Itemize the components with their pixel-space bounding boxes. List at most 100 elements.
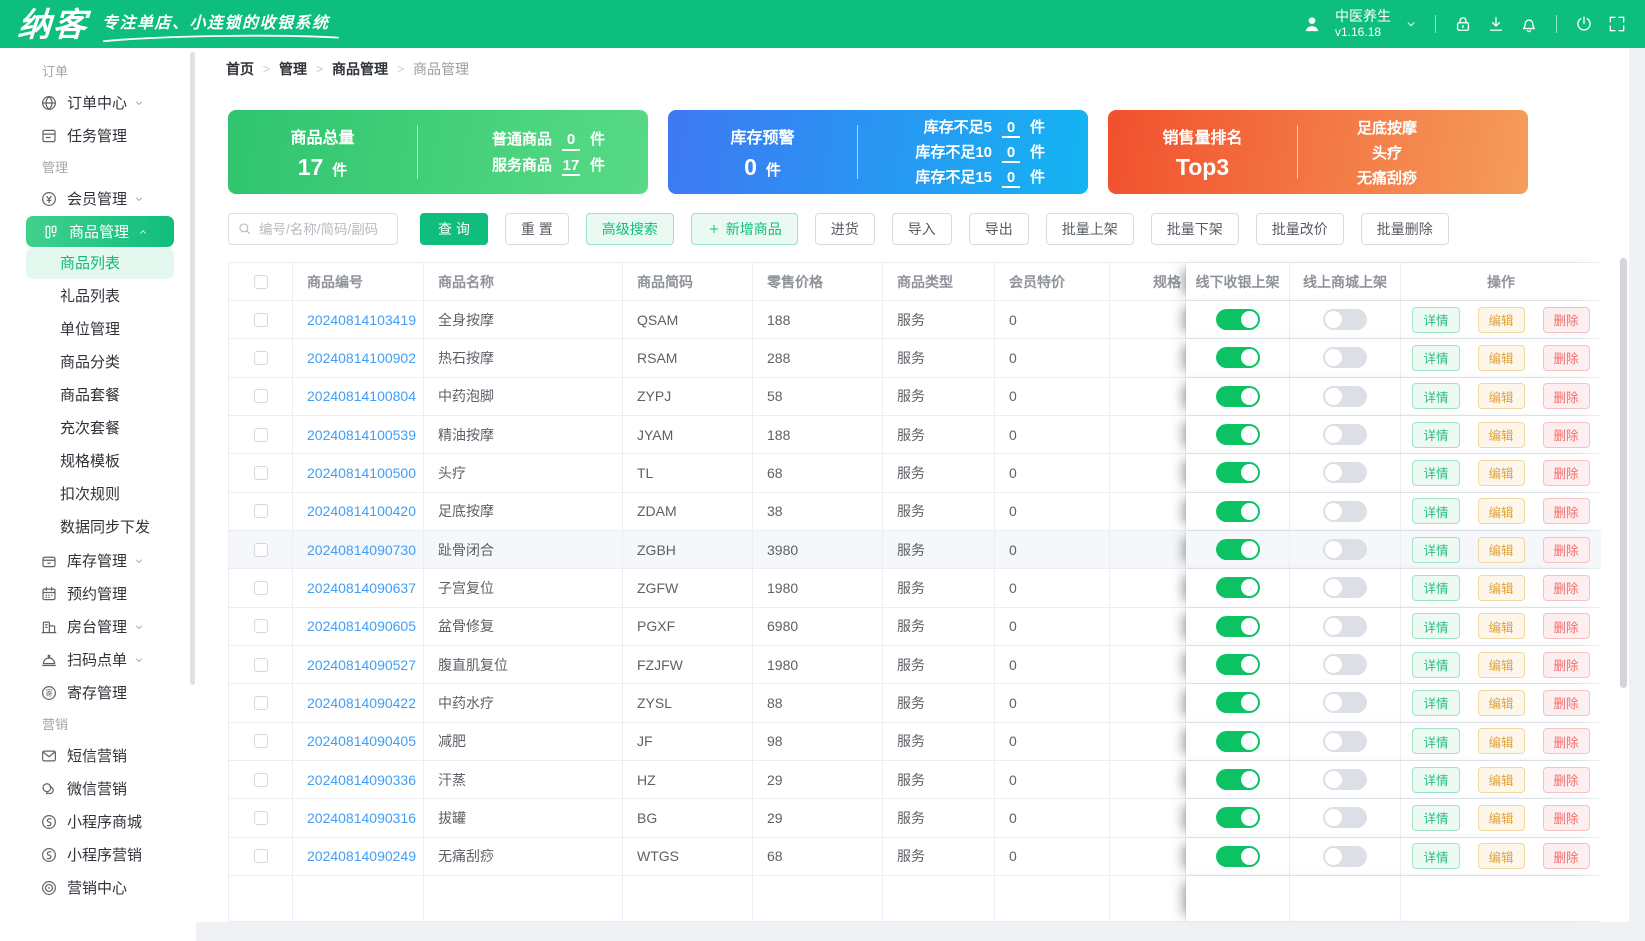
offline-pos-toggle[interactable] bbox=[1215, 730, 1260, 752]
sidebar-subitem-deduction-rule[interactable]: 扣次规则 bbox=[0, 478, 196, 511]
row-checkbox[interactable] bbox=[253, 580, 268, 595]
power-icon[interactable] bbox=[1574, 14, 1594, 34]
online-mall-toggle[interactable] bbox=[1323, 309, 1367, 331]
product-id-link[interactable]: 20240814100420 bbox=[293, 492, 424, 530]
batch-reprice-button[interactable]: 批量改价 bbox=[1255, 213, 1344, 245]
product-id-link[interactable]: 20240814100500 bbox=[293, 454, 424, 492]
edit-button[interactable]: 编辑 bbox=[1477, 651, 1525, 678]
edit-button[interactable]: 编辑 bbox=[1477, 574, 1525, 601]
online-mall-toggle[interactable] bbox=[1323, 692, 1367, 714]
delete-button[interactable]: 删除 bbox=[1542, 459, 1590, 486]
product-id-link[interactable]: 20240814100539 bbox=[293, 415, 424, 454]
sidebar-item-order-center[interactable]: 订单中心 bbox=[0, 86, 196, 119]
horizontal-scrollbar[interactable] bbox=[196, 922, 1629, 941]
product-id-link[interactable]: 20240814090422 bbox=[293, 684, 424, 722]
edit-button[interactable]: 编辑 bbox=[1477, 421, 1525, 448]
sidebar-item-room-management[interactable]: 房台管理 bbox=[0, 610, 196, 643]
product-id-link[interactable]: 20240814090316 bbox=[293, 799, 424, 837]
online-mall-toggle[interactable] bbox=[1323, 539, 1367, 561]
delete-button[interactable]: 删除 bbox=[1542, 498, 1590, 525]
detail-button[interactable]: 详情 bbox=[1412, 536, 1460, 563]
row-checkbox[interactable] bbox=[253, 504, 268, 519]
row-checkbox[interactable] bbox=[253, 810, 268, 825]
breadcrumb-item[interactable]: 商品管理 bbox=[332, 59, 388, 79]
fullscreen-icon[interactable] bbox=[1607, 14, 1627, 34]
product-id-link[interactable]: 20240814090605 bbox=[293, 607, 424, 645]
row-checkbox[interactable] bbox=[253, 734, 268, 749]
product-id-link[interactable]: 20240814090637 bbox=[293, 569, 424, 607]
row-checkbox[interactable] bbox=[253, 312, 268, 327]
sidebar-subitem-data-sync[interactable]: 数据同步下发 bbox=[0, 511, 196, 544]
online-mall-toggle[interactable] bbox=[1323, 807, 1367, 829]
edit-button[interactable]: 编辑 bbox=[1477, 344, 1525, 371]
sidebar-item-booking-management[interactable]: 预约管理 bbox=[0, 577, 196, 610]
detail-button[interactable]: 详情 bbox=[1412, 498, 1460, 525]
detail-button[interactable]: 详情 bbox=[1412, 804, 1460, 831]
row-checkbox[interactable] bbox=[253, 542, 268, 557]
sidebar-item-inventory-management[interactable]: 库存管理 bbox=[0, 544, 196, 577]
offline-pos-toggle[interactable] bbox=[1215, 845, 1260, 867]
delete-button[interactable]: 删除 bbox=[1542, 574, 1590, 601]
delete-button[interactable]: 删除 bbox=[1542, 804, 1590, 831]
search-input[interactable] bbox=[228, 213, 398, 245]
online-mall-toggle[interactable] bbox=[1323, 500, 1367, 522]
offline-pos-toggle[interactable] bbox=[1215, 654, 1260, 676]
sidebar-scrollbar[interactable] bbox=[190, 52, 195, 685]
online-mall-toggle[interactable] bbox=[1323, 654, 1367, 676]
batch-on-shelf-button[interactable]: 批量上架 bbox=[1045, 213, 1134, 245]
detail-button[interactable]: 详情 bbox=[1412, 613, 1460, 640]
online-mall-toggle[interactable] bbox=[1323, 347, 1367, 369]
sidebar-item-sms-marketing[interactable]: 短信营销 bbox=[0, 739, 196, 772]
sidebar-item-wechat-marketing[interactable]: 微信营销 bbox=[0, 772, 196, 805]
offline-pos-toggle[interactable] bbox=[1215, 615, 1260, 637]
edit-button[interactable]: 编辑 bbox=[1477, 613, 1525, 640]
sidebar-item-marketing-center[interactable]: 营销中心 bbox=[0, 871, 196, 904]
delete-button[interactable]: 删除 bbox=[1542, 651, 1590, 678]
delete-button[interactable]: 删除 bbox=[1542, 536, 1590, 563]
online-mall-toggle[interactable] bbox=[1323, 615, 1367, 637]
online-mall-toggle[interactable] bbox=[1323, 385, 1367, 407]
offline-pos-toggle[interactable] bbox=[1215, 462, 1260, 484]
bell-icon[interactable] bbox=[1519, 14, 1539, 34]
edit-button[interactable]: 编辑 bbox=[1477, 459, 1525, 486]
lock-icon[interactable] bbox=[1453, 14, 1473, 34]
sidebar-item-miniapp-mall[interactable]: 小程序商城 bbox=[0, 805, 196, 838]
sidebar-subitem-unit-management[interactable]: 单位管理 bbox=[0, 313, 196, 346]
product-id-link[interactable]: 20240814103419 bbox=[293, 301, 424, 339]
sidebar-item-deposit-management[interactable]: 寄 寄存管理 bbox=[0, 676, 196, 709]
export-button[interactable]: 导出 bbox=[968, 213, 1029, 245]
edit-button[interactable]: 编辑 bbox=[1477, 306, 1525, 333]
product-id-link[interactable]: 20240814100902 bbox=[293, 339, 424, 377]
row-checkbox[interactable] bbox=[253, 465, 268, 480]
online-mall-toggle[interactable] bbox=[1323, 730, 1367, 752]
edit-button[interactable]: 编辑 bbox=[1477, 498, 1525, 525]
delete-button[interactable]: 删除 bbox=[1542, 344, 1590, 371]
product-id-link[interactable]: 20240814090336 bbox=[293, 760, 424, 799]
detail-button[interactable]: 详情 bbox=[1412, 306, 1460, 333]
sidebar-item-member-management[interactable]: 会员管理 bbox=[0, 182, 196, 215]
online-mall-toggle[interactable] bbox=[1323, 424, 1367, 446]
offline-pos-toggle[interactable] bbox=[1215, 539, 1260, 561]
edit-button[interactable]: 编辑 bbox=[1477, 804, 1525, 831]
sidebar-item-scan-order[interactable]: 扫码点单 bbox=[0, 643, 196, 676]
edit-button[interactable]: 编辑 bbox=[1477, 383, 1525, 410]
edit-button[interactable]: 编辑 bbox=[1477, 843, 1525, 870]
sidebar-item-miniapp-marketing[interactable]: 小程序营销 bbox=[0, 838, 196, 871]
row-checkbox[interactable] bbox=[253, 619, 268, 634]
product-id-link[interactable]: 20240814090527 bbox=[293, 645, 424, 684]
product-id-link[interactable]: 20240814090405 bbox=[293, 722, 424, 760]
detail-button[interactable]: 详情 bbox=[1412, 459, 1460, 486]
sidebar-subitem-recharge-package[interactable]: 充次套餐 bbox=[0, 412, 196, 445]
breadcrumb-item[interactable]: 管理 bbox=[279, 59, 307, 79]
offline-pos-toggle[interactable] bbox=[1215, 500, 1260, 522]
online-mall-toggle[interactable] bbox=[1323, 769, 1367, 791]
import-button[interactable]: 导入 bbox=[891, 213, 952, 245]
edit-button[interactable]: 编辑 bbox=[1477, 689, 1525, 716]
offline-pos-toggle[interactable] bbox=[1215, 769, 1260, 791]
delete-button[interactable]: 删除 bbox=[1542, 766, 1590, 793]
online-mall-toggle[interactable] bbox=[1323, 577, 1367, 599]
detail-button[interactable]: 详情 bbox=[1412, 574, 1460, 601]
add-product-button[interactable]: 新增商品 bbox=[690, 213, 798, 245]
online-mall-toggle[interactable] bbox=[1323, 845, 1367, 867]
detail-button[interactable]: 详情 bbox=[1412, 421, 1460, 448]
